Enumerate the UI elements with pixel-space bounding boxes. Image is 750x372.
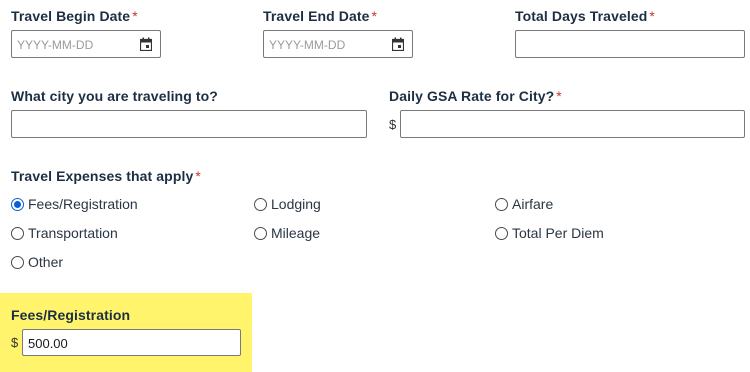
radio-button[interactable] — [495, 226, 508, 240]
destination-city-label-text: What city you are traveling to? — [11, 88, 218, 104]
fees-registration-input[interactable]: 500.00 — [22, 329, 241, 356]
radio-label: Other — [28, 254, 64, 270]
total-days-traveled-label: Total Days Traveled * — [515, 8, 655, 24]
fees-registration-value: 500.00 — [28, 336, 68, 351]
total-days-traveled-label-text: Total Days Traveled — [515, 8, 648, 24]
radio-button[interactable] — [254, 226, 267, 240]
total-days-traveled-input[interactable] — [515, 30, 745, 58]
required-marker: * — [556, 88, 562, 104]
travel-end-date-input[interactable]: YYYY-MM-DD — [263, 30, 413, 58]
travel-begin-date-input[interactable]: YYYY-MM-DD — [11, 30, 161, 58]
travel-end-date-label-text: Travel End Date — [263, 8, 370, 24]
radio-button[interactable] — [11, 226, 24, 240]
required-marker: * — [649, 8, 655, 24]
radio-airfare[interactable]: Airfare — [495, 196, 553, 212]
radio-label: Mileage — [271, 225, 321, 241]
required-marker: * — [132, 8, 138, 24]
radio-label: Fees/Registration — [28, 196, 138, 212]
daily-gsa-rate-label: Daily GSA Rate for City? * — [389, 88, 562, 104]
radio-other[interactable]: Other — [11, 254, 63, 270]
required-marker: * — [371, 8, 378, 24]
fees-registration-label-text: Fees/Registration — [11, 307, 131, 323]
required-marker: * — [195, 168, 201, 184]
fees-registration-label: Fees/Registration — [11, 307, 130, 323]
radio-button[interactable] — [11, 255, 24, 269]
radio-label: Total Per Diem — [512, 225, 604, 241]
fees-currency-symbol: $ — [11, 335, 19, 350]
destination-city-label: What city you are traveling to? — [11, 88, 218, 104]
radio-label: Lodging — [271, 196, 321, 212]
travel-begin-date-label-text: Travel Begin Date — [11, 8, 131, 24]
gsa-rate-currency-symbol: $ — [389, 117, 397, 132]
travel-end-date-placeholder: YYYY-MM-DD — [269, 38, 346, 52]
calendar-icon[interactable] — [392, 37, 404, 51]
radio-fees-registration[interactable]: Fees/Registration — [11, 196, 138, 212]
travel-end-date-label: Travel End Date * — [263, 8, 377, 24]
radio-label: Airfare — [512, 196, 554, 212]
travel-expenses-label: Travel Expenses that apply * — [11, 168, 201, 184]
radio-transportation[interactable]: Transportation — [11, 225, 118, 241]
radio-lodging[interactable]: Lodging — [254, 196, 321, 212]
radio-total-per-diem[interactable]: Total Per Diem — [495, 225, 604, 241]
travel-begin-date-label: Travel Begin Date * — [11, 8, 138, 24]
radio-button[interactable] — [254, 197, 267, 211]
daily-gsa-rate-label-text: Daily GSA Rate for City? — [389, 88, 555, 104]
radio-mileage[interactable]: Mileage — [254, 225, 320, 241]
radio-label: Transportation — [28, 225, 118, 241]
radio-button-checked[interactable] — [11, 197, 24, 211]
travel-expenses-label-text: Travel Expenses that apply — [11, 168, 194, 184]
radio-button[interactable] — [495, 197, 508, 211]
travel-begin-date-placeholder: YYYY-MM-DD — [17, 38, 94, 52]
destination-city-input[interactable] — [11, 110, 367, 138]
daily-gsa-rate-input[interactable] — [400, 110, 745, 138]
calendar-icon[interactable] — [140, 37, 152, 51]
